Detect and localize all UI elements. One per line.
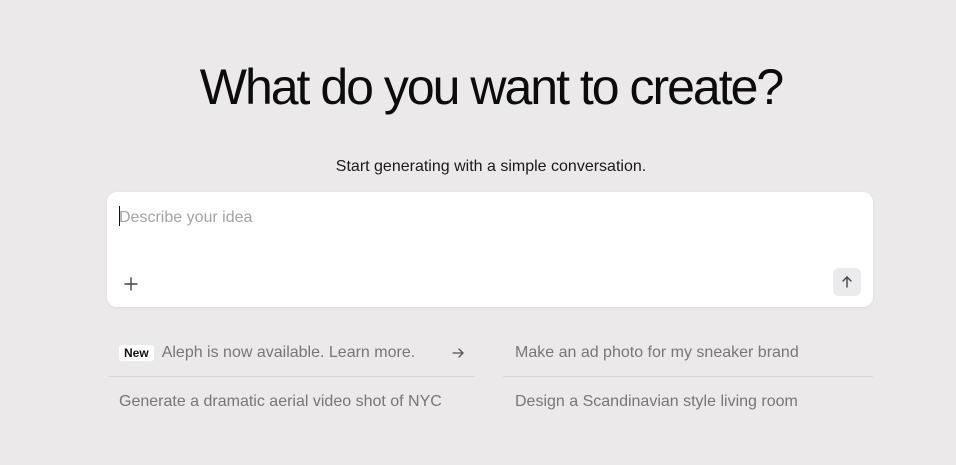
suggestion-item[interactable]: New Aleph is now available. Learn more. <box>108 329 475 377</box>
arrow-up-icon <box>842 276 852 288</box>
page-subtitle: Start generating with a simple conversat… <box>335 158 647 175</box>
plus-icon <box>124 277 138 291</box>
suggestion-label: Design a Scandinavian style living room <box>515 393 798 410</box>
add-attachment-button[interactable] <box>121 274 141 294</box>
suggestion-item[interactable]: Make an ad photo for my sneaker brand <box>503 329 873 377</box>
new-badge: New <box>119 344 154 361</box>
page: What do you want to create? Start genera… <box>0 0 956 465</box>
page-title: What do you want to create? <box>199 59 784 115</box>
suggestion-item[interactable]: Generate a dramatic aerial video shot of… <box>108 378 475 426</box>
arrow-right-icon <box>452 348 464 358</box>
prompt-input[interactable] <box>119 206 819 230</box>
send-button[interactable] <box>833 268 861 296</box>
suggestion-label: Generate a dramatic aerial video shot of… <box>119 393 442 410</box>
suggestion-label: Make an ad photo for my sneaker brand <box>515 343 799 361</box>
suggestion-item[interactable]: Design a Scandinavian style living room <box>503 378 873 426</box>
prompt-composer <box>107 192 873 307</box>
text-caret <box>119 206 120 226</box>
suggestion-label: Aleph is now available. Learn more. <box>161 343 416 361</box>
